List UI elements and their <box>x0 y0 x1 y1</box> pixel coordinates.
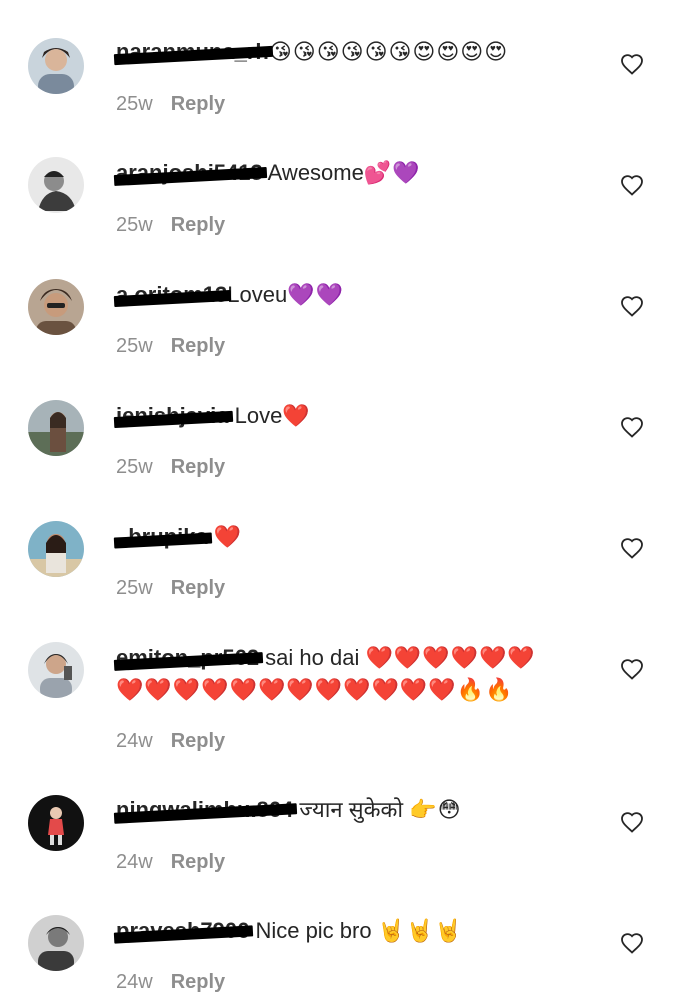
comment-time: 25w <box>116 456 153 478</box>
comment-emoji: 👉😳 <box>409 798 462 823</box>
comment-text: pravesh7906 Nice pic bro 🤘🤘🤘 <box>113 915 614 947</box>
comment-emoji: ❤️ <box>282 404 311 429</box>
like-heart-icon[interactable] <box>620 174 644 196</box>
comment-username[interactable]: naranmuna_rh <box>113 39 274 66</box>
comment-username[interactable]: jenishjavia <box>113 403 233 429</box>
comment-text: ningwalimbu.864 ज्यान सुकेको 👉😳 <box>113 794 614 826</box>
avatar[interactable] <box>28 795 84 851</box>
comment-body: ज्यान सुकेको <box>293 797 410 822</box>
comment-text-continued: ❤️❤️❤️❤️❤️❤️❤️❤️❤️❤️❤️❤️🔥🔥 <box>116 674 614 706</box>
reply-button[interactable]: Reply <box>171 214 225 236</box>
comment-meta: 25w Reply <box>116 93 225 116</box>
reply-button[interactable]: Reply <box>171 730 225 752</box>
comment-meta: 25w Reply <box>116 214 225 237</box>
comment-meta: 24w Reply <box>116 971 225 994</box>
comment-emoji: ❤️❤️❤️❤️❤️❤️ <box>365 646 536 671</box>
avatar[interactable] <box>28 157 84 213</box>
comment-time: 25w <box>116 214 153 236</box>
reply-button[interactable]: Reply <box>171 93 225 115</box>
comment-meta: 25w Reply <box>116 577 225 600</box>
comment-time: 25w <box>116 335 153 357</box>
comment-meta: 24w Reply <box>116 851 225 874</box>
comment-meta: 24w Reply <box>116 730 225 753</box>
like-heart-icon[interactable] <box>620 537 644 559</box>
reply-button[interactable]: Reply <box>171 577 225 599</box>
comment-emoji: 💕💜 <box>363 161 421 186</box>
reply-button[interactable]: Reply <box>171 971 225 993</box>
comment-text: emiton_pr562 sai ho dai ❤️❤️❤️❤️❤️❤️ <box>113 642 614 674</box>
comment-emoji: ❤️ <box>213 525 243 550</box>
comment-meta: 25w Reply <box>116 335 225 358</box>
comment-text: jenishjavia Love❤️ <box>113 400 614 432</box>
reply-button[interactable]: Reply <box>171 335 225 357</box>
comment-text: naranmuna_rh😘😘😘😘😘😘😍😍😍😍 <box>113 36 614 68</box>
comment-time: 24w <box>116 971 153 993</box>
comment-list: naranmuna_rh😘😘😘😘😘😘😍😍😍😍 25w Reply aranjosh… <box>0 0 684 1000</box>
comment-emoji: ❤️❤️❤️❤️❤️❤️❤️❤️❤️❤️❤️❤️🔥🔥 <box>116 678 514 703</box>
like-heart-icon[interactable] <box>620 658 644 680</box>
like-heart-icon[interactable] <box>620 295 644 317</box>
comment-body: Loveu <box>227 282 288 307</box>
avatar[interactable] <box>28 400 84 456</box>
comment-emoji: 🤘🤘🤘 <box>377 919 463 944</box>
comment-username[interactable]: emiton_pr562 <box>113 645 264 671</box>
comment-time: 25w <box>116 93 153 115</box>
comment-username[interactable]: pravesh7906 <box>113 918 254 944</box>
comment-username[interactable]: ningwalimbu.864 <box>113 797 298 824</box>
comment-body: sai ho dai <box>259 645 366 670</box>
comment-body: Nice pic bro <box>249 918 378 943</box>
comment-username[interactable]: a.oritom13 <box>113 282 232 308</box>
comment-text: a.oritom13Loveu💜💜 <box>113 279 614 311</box>
avatar[interactable] <box>28 521 84 577</box>
avatar[interactable] <box>28 279 84 335</box>
comment-body: Love <box>228 403 283 428</box>
comment-time: 24w <box>116 851 153 873</box>
comment-username[interactable]: _brupika <box>113 524 212 549</box>
comment-text: _brupika ❤️ <box>113 521 614 553</box>
comment-emoji: 💜💜 <box>287 283 345 308</box>
comment-meta: 25w Reply <box>116 456 225 479</box>
comment-emoji: 😘😘😘😘😘😘😍😍😍😍 <box>268 40 509 65</box>
reply-button[interactable]: Reply <box>171 851 225 873</box>
like-heart-icon[interactable] <box>620 811 644 833</box>
reply-button[interactable]: Reply <box>171 456 225 478</box>
comment-time: 25w <box>116 577 153 599</box>
like-heart-icon[interactable] <box>620 53 644 75</box>
comment-time: 24w <box>116 730 153 752</box>
avatar[interactable] <box>28 915 84 971</box>
comment-text: aranjoshi5413 Awesome💕💜 <box>113 157 614 189</box>
like-heart-icon[interactable] <box>620 416 644 438</box>
avatar[interactable] <box>28 642 84 698</box>
like-heart-icon[interactable] <box>620 932 644 954</box>
comment-body: Awesome <box>262 160 364 185</box>
avatar[interactable] <box>28 38 84 94</box>
comment-username[interactable]: aranjoshi5413 <box>113 160 267 186</box>
